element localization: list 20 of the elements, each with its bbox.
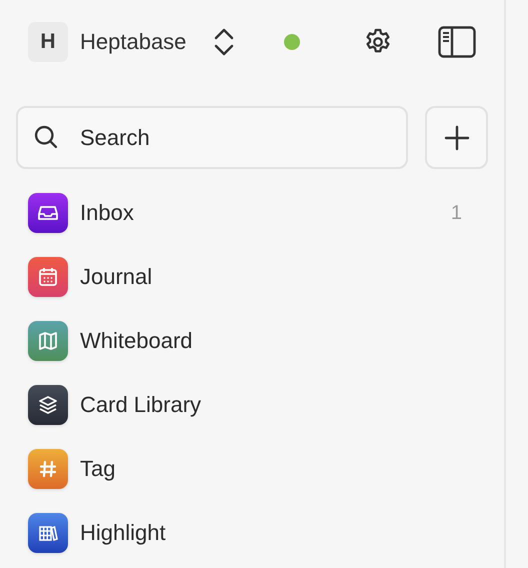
nav-item[interactable]: Card Library [16,373,488,437]
count-label: 1 [450,202,462,224]
add-button[interactable] [425,106,488,169]
nav-item[interactable]: Inbox 1 [16,181,488,245]
hash-icon [28,449,68,489]
plus-icon [444,124,470,150]
nav-item[interactable]: Highlight [16,501,488,565]
nav-item[interactable]: Tag [16,437,488,501]
calendar-icon [28,257,68,297]
status-dot [284,34,300,50]
search-field[interactable]: Search [16,106,408,169]
workspace-switcher[interactable]: H Heptabase [28,22,236,62]
nav-item[interactable]: Journal [16,245,488,309]
sidebar-icon [438,26,476,58]
nav-item[interactable]: Whiteboard [16,309,488,373]
inbox-tray-icon [28,193,68,233]
map-icon [28,321,68,361]
books-icon [28,513,68,553]
sidebar-toggle-button[interactable] [438,26,476,58]
layers-icon [28,385,68,425]
